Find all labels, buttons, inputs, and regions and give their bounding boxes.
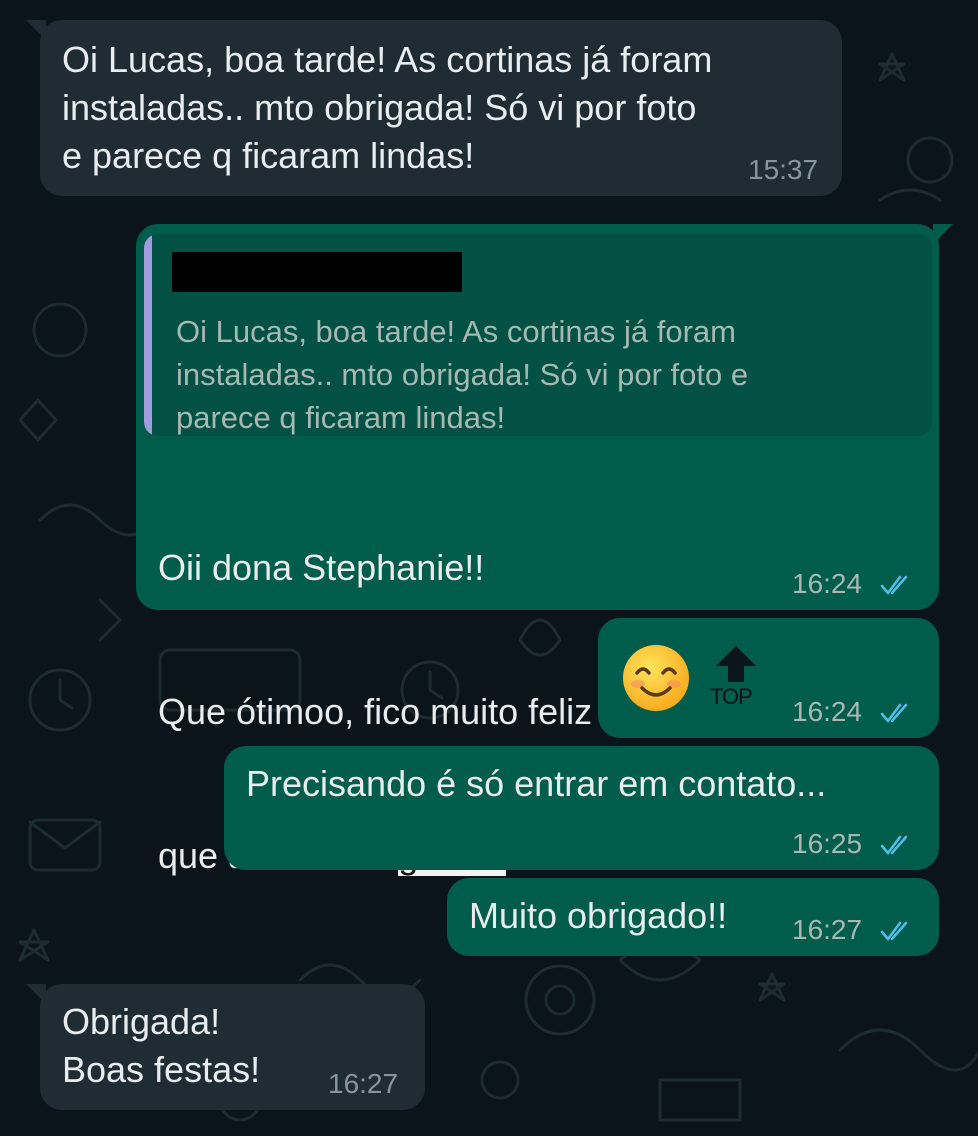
bubble-tail bbox=[26, 20, 46, 40]
message-time: 16:24 bbox=[792, 696, 863, 727]
message-text: Muito obrigado!! bbox=[469, 895, 728, 936]
message-bubble-outgoing-reply[interactable]: Oi Lucas, boa tarde! As cortinas já fora… bbox=[136, 224, 953, 876]
message-bubble-outgoing-emoji[interactable]: TOP 16:24 bbox=[598, 618, 939, 738]
message-bubble-outgoing[interactable]: Precisando é só entrar em contato... 16:… bbox=[224, 746, 939, 870]
read-receipt-icon bbox=[880, 703, 908, 723]
quoted-message[interactable]: Oi Lucas, boa tarde! As cortinas já fora… bbox=[144, 234, 932, 436]
message-time: 15:37 bbox=[748, 154, 819, 185]
message-time: 16:27 bbox=[328, 1068, 399, 1099]
message-time: 16:24 bbox=[792, 568, 863, 599]
quoted-message-text: Oi Lucas, boa tarde! As cortinas já fora… bbox=[176, 314, 749, 435]
message-bubble-outgoing[interactable]: Muito obrigado!! 16:27 bbox=[447, 878, 939, 956]
message-bubble-incoming[interactable]: Obrigada! Boas festas! 16:27 bbox=[26, 984, 425, 1110]
read-receipt-icon bbox=[880, 575, 908, 595]
quote-accent-bar bbox=[144, 234, 152, 436]
message-line-1: Oii dona Stephanie!! bbox=[158, 547, 485, 588]
read-receipt-icon bbox=[880, 921, 908, 941]
smiling-face-emoji-icon bbox=[623, 645, 689, 711]
message-bubble-incoming[interactable]: Oi Lucas, boa tarde! As cortinas já fora… bbox=[26, 20, 842, 196]
message-text: Oi Lucas, boa tarde! As cortinas já fora… bbox=[62, 39, 713, 176]
message-text: Obrigada! Boas festas! bbox=[62, 1001, 261, 1090]
message-text: Precisando é só entrar em contato... bbox=[246, 763, 827, 804]
read-receipt-icon bbox=[880, 835, 908, 855]
message-time: 16:25 bbox=[792, 828, 863, 859]
bubble-tail bbox=[26, 984, 46, 1004]
top-label: TOP bbox=[710, 684, 753, 709]
top-arrow-icon: TOP bbox=[708, 644, 764, 709]
up-arrow-icon bbox=[716, 646, 756, 682]
message-time: 16:27 bbox=[792, 914, 863, 945]
bubble-tail bbox=[933, 224, 953, 244]
redacted-author-name bbox=[172, 252, 462, 292]
